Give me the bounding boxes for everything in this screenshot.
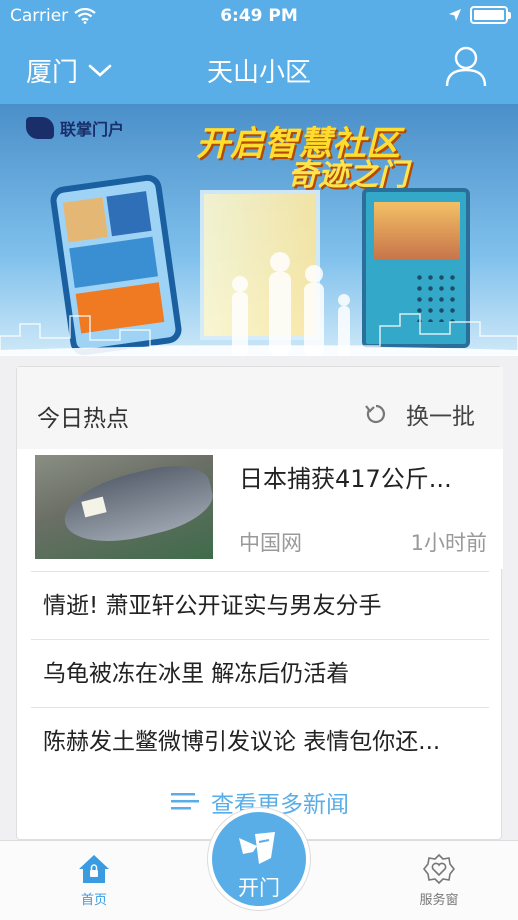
- open-door-button[interactable]: 开门: [208, 808, 310, 910]
- city-skyline-illustration: [0, 313, 518, 356]
- tab-home-label: 首页: [80, 893, 107, 908]
- top-bar: Carrier 6:49 PM 厦门 天山小区: [0, 0, 518, 104]
- clock: 6:49 PM: [220, 6, 298, 26]
- service-heart-icon: [422, 853, 456, 885]
- location-arrow-icon: [449, 9, 461, 21]
- refresh-button[interactable]: 换一批: [364, 397, 475, 431]
- home-lock-icon: [79, 855, 109, 883]
- refresh-icon: [365, 404, 385, 424]
- featured-news-time: 1小时前: [410, 531, 487, 555]
- page-title: 天山小区: [206, 58, 311, 88]
- open-door-label: 开门: [238, 876, 280, 900]
- featured-news-title: 日本捕获417公斤...: [239, 465, 452, 493]
- nav-bar: 厦门 天山小区: [0, 40, 518, 100]
- brand-mark-icon: [26, 117, 54, 139]
- brand-name: 联掌门户: [60, 120, 125, 139]
- refresh-label: 换一批: [406, 404, 475, 430]
- status-bar: Carrier 6:49 PM: [0, 0, 518, 34]
- battery-icon: [470, 6, 511, 24]
- news-list-item[interactable]: 情逝! 萧亚轩公开证实与男友分手: [31, 571, 489, 639]
- list-icon: [171, 793, 199, 810]
- promo-banner[interactable]: 联掌门户 开启智慧社区 奇迹之门: [0, 104, 518, 356]
- status-right: [448, 6, 511, 24]
- news-list-item[interactable]: 陈赫发土鳖微博引发议论 表情包你还...: [31, 707, 489, 775]
- news-list-item[interactable]: 乌龟被冻在冰里 解冻后仍活着: [31, 639, 489, 707]
- featured-news[interactable]: 日本捕获417公斤... 中国网 1小时前: [17, 449, 503, 569]
- featured-news-image: [35, 455, 213, 559]
- news-card: 今日热点 换一批 日本捕获417公斤... 中国网 1小时前 情逝! 萧亚轩公开…: [16, 366, 503, 840]
- user-profile-icon[interactable]: [444, 44, 488, 88]
- tab-service[interactable]: 服务窗: [394, 853, 484, 908]
- open-door-hand-icon: [239, 832, 275, 864]
- brand-logo: 联掌门户: [26, 116, 124, 140]
- news-section-title: 今日热点: [37, 406, 129, 432]
- featured-news-source: 中国网: [239, 531, 302, 555]
- news-header: 今日热点 换一批: [17, 367, 503, 457]
- tab-home[interactable]: 首页: [49, 853, 139, 908]
- tab-service-label: 服务窗: [419, 893, 459, 908]
